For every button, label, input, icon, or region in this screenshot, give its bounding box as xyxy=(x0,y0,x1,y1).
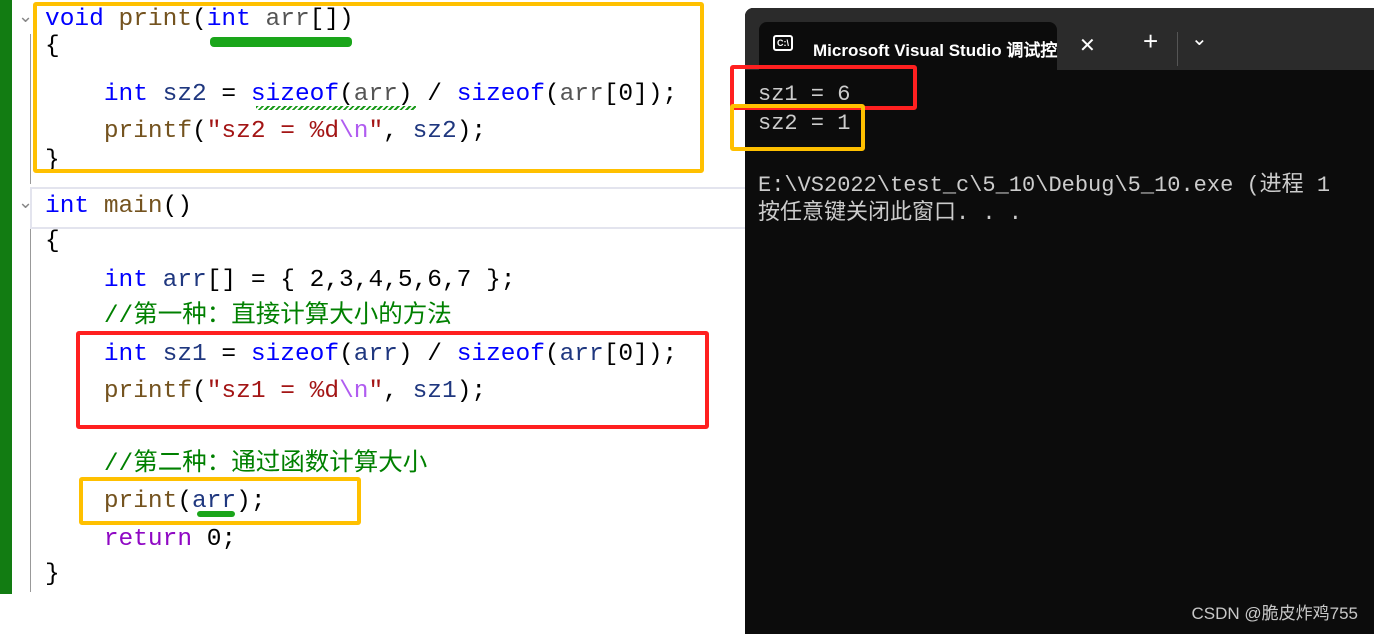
code-token: () xyxy=(162,193,193,220)
code-token: int xyxy=(103,267,148,294)
code-token: //第一种：直接计算大小的方法 xyxy=(103,303,452,330)
tab-title: Microsoft Visual Studio 调试控 xyxy=(813,41,1058,60)
scope-guide xyxy=(30,34,31,184)
annotation-box-yellow xyxy=(79,477,361,525)
code-line: int arr[] = { 2,3,4,5,6,7 }; xyxy=(45,266,516,296)
code-line: return 0; xyxy=(45,525,236,555)
terminal-tab-bar: C:\ Microsoft Visual Studio 调试控 ✕ + ⌄ xyxy=(745,8,1374,70)
code-token: int xyxy=(45,193,90,220)
code-line: //第一种：直接计算大小的方法 xyxy=(45,302,452,332)
terminal-line: 按任意键关闭此窗口. . . xyxy=(758,201,1023,226)
code-line: } xyxy=(45,560,60,590)
code-token: //第二种：通过函数计算大小 xyxy=(103,451,428,478)
terminal-tab[interactable]: C:\ Microsoft Visual Studio 调试控 ✕ xyxy=(759,22,1096,70)
fold-chevron-icon[interactable]: ⌄ xyxy=(18,192,33,213)
annotation-box-yellow xyxy=(730,104,865,151)
dropdown-chevron-icon[interactable]: ⌄ xyxy=(1191,26,1208,51)
code-line: { xyxy=(45,227,60,257)
code-token: return xyxy=(103,526,193,553)
code-token: main xyxy=(103,193,163,220)
code-token: 0; xyxy=(192,526,237,553)
fold-chevron-icon[interactable]: ⌄ xyxy=(18,6,33,27)
code-line: int main() xyxy=(45,192,192,222)
console-icon: C:\ xyxy=(773,35,793,51)
code-line: //第二种：通过函数计算大小 xyxy=(45,450,427,480)
code-token: } xyxy=(45,561,60,588)
change-indicator-bar xyxy=(0,0,12,594)
annotation-box-yellow xyxy=(33,2,704,173)
terminal-window[interactable]: C:\ Microsoft Visual Studio 调试控 ✕ + ⌄ sz… xyxy=(730,8,1374,634)
new-tab-button[interactable]: + xyxy=(1143,26,1158,57)
annotation-box-red xyxy=(76,331,709,429)
code-token: [] = { 2,3,4,5,6,7 }; xyxy=(206,267,516,294)
code-editor[interactable]: ⌄ ⌄ void print(int arr[]){ int sz2 = siz… xyxy=(0,0,749,634)
code-token: arr xyxy=(162,267,207,294)
watermark: CSDN @脆皮炸鸡755 xyxy=(1191,604,1358,623)
code-token: { xyxy=(45,228,60,255)
divider xyxy=(1177,32,1178,66)
scope-guide xyxy=(30,222,31,592)
close-tab-icon[interactable]: ✕ xyxy=(1079,33,1096,58)
